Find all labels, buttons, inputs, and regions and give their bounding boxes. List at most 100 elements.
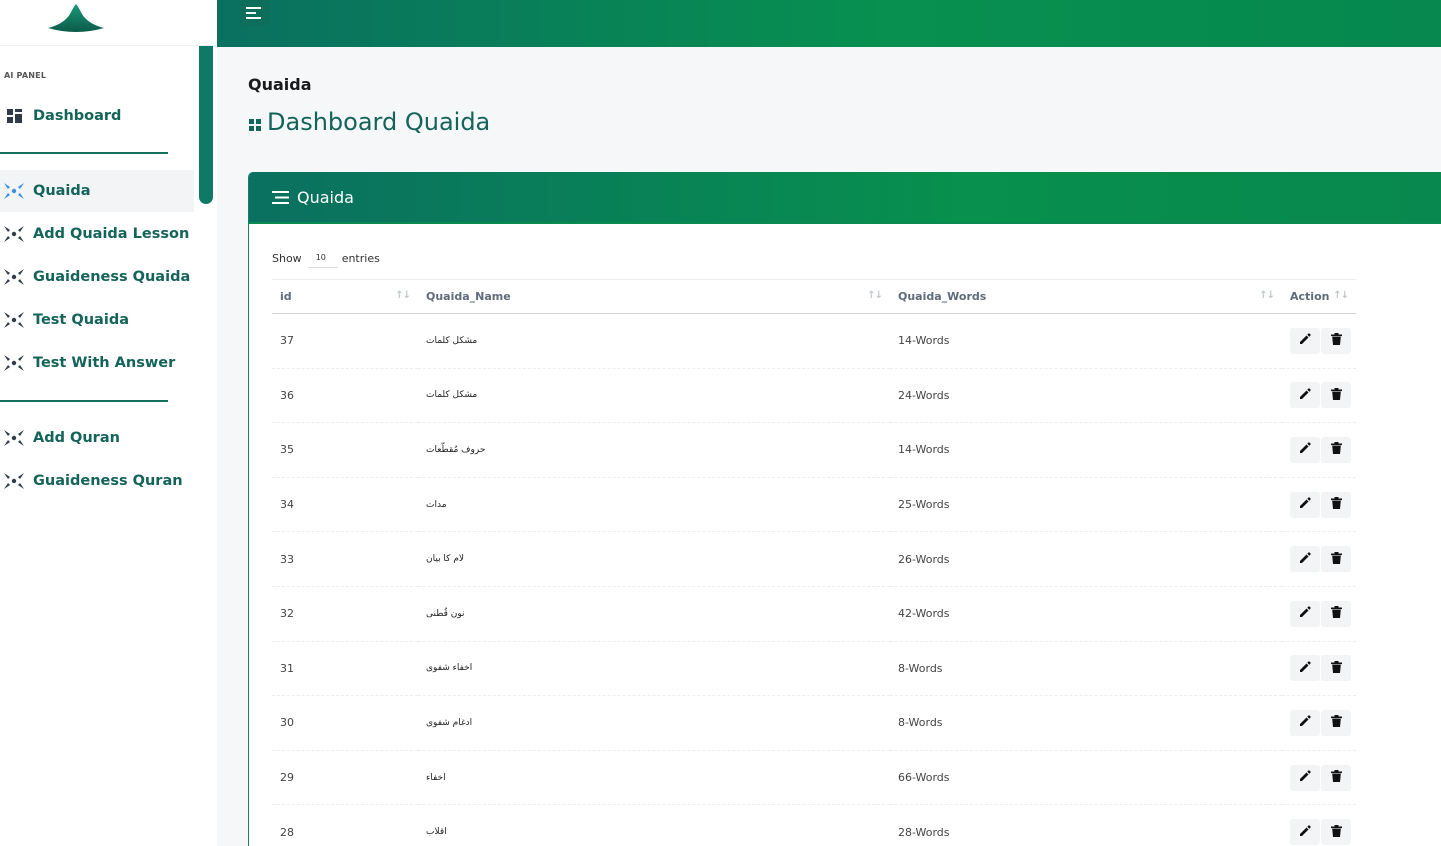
cell-action	[1282, 313, 1356, 369]
entries-control: Show 10 entries	[272, 248, 380, 268]
sort-icon: ↑↓	[867, 290, 883, 301]
trash-icon	[1330, 551, 1342, 567]
quaida-table: id ↑↓ Quaida_Name ↑↓ Quaida_Words ↑↓ Action…	[272, 279, 1356, 846]
cell-action	[1282, 641, 1356, 697]
cell-quaida-words: 24-Words	[890, 368, 1282, 424]
cell-action	[1282, 477, 1356, 533]
sidebar-item-dashboard[interactable]: Dashboard	[0, 96, 121, 136]
breadcrumb: Quaida	[248, 75, 312, 94]
sidebar: AI PANEL Dashboard Quaida Add Quaida Les…	[0, 0, 217, 846]
cell-quaida-words: 8-Words	[890, 695, 1282, 751]
table-row: 31 اخفاء شفوی 8-Words	[272, 641, 1356, 697]
cell-id: 28	[272, 804, 418, 846]
logo-icon[interactable]	[44, 2, 108, 34]
expand-icon	[3, 223, 25, 245]
cell-quaida-name: مدات	[418, 477, 890, 533]
trash-icon	[1330, 442, 1342, 457]
table-row: 37 مشکل کلمات 14-Words	[272, 313, 1356, 369]
cell-id: 37	[272, 313, 418, 369]
edit-button[interactable]	[1290, 655, 1320, 682]
page-title-text: Dashboard Quaida	[267, 108, 491, 136]
table-header-row: id ↑↓ Quaida_Name ↑↓ Quaida_Words ↑↓ Action…	[272, 279, 1356, 314]
edit-button[interactable]	[1290, 382, 1320, 409]
column-header-id[interactable]: id ↑↓	[272, 279, 418, 314]
cell-action	[1282, 531, 1356, 587]
grid-icon	[3, 105, 25, 127]
table-row: 35 حروف مُقطّعات 14-Words	[272, 422, 1356, 478]
edit-button[interactable]	[1290, 709, 1320, 736]
sidebar-divider	[0, 400, 168, 402]
delete-button[interactable]	[1321, 600, 1351, 627]
grid-icon	[249, 119, 261, 131]
pencil-icon	[1299, 551, 1311, 567]
expand-icon	[3, 266, 25, 288]
sidebar-item-label: Add Quran	[33, 430, 120, 446]
cell-id: 36	[272, 368, 418, 424]
pencil-icon	[1299, 388, 1311, 403]
show-label: Show	[272, 251, 302, 265]
list-icon	[272, 190, 289, 204]
cell-quaida-name: نون قُطنی	[418, 586, 890, 642]
edit-button[interactable]	[1290, 327, 1320, 354]
sidebar-item-guaideness-quran[interactable]: Guaideness Quran	[0, 461, 183, 501]
card-header: Quaida	[249, 172, 1441, 224]
column-header-quaida-words[interactable]: Quaida_Words ↑↓	[890, 279, 1282, 314]
menu-icon	[246, 6, 261, 19]
card-title: Quaida	[297, 187, 354, 207]
cell-quaida-name: اخفاء شفوی	[418, 641, 890, 697]
edit-button[interactable]	[1290, 819, 1320, 846]
column-header-quaida-name[interactable]: Quaida_Name ↑↓	[418, 279, 890, 314]
sidebar-divider	[0, 152, 168, 154]
edit-button[interactable]	[1290, 600, 1320, 627]
table-row: 36 مشکل کلمات 24-Words	[272, 368, 1356, 424]
cell-quaida-name: حروف مُقطّعات	[418, 422, 890, 478]
pencil-icon	[1299, 606, 1311, 621]
sidebar-item-add-quran[interactable]: Add Quran	[0, 418, 120, 458]
trash-icon	[1330, 333, 1342, 348]
sidebar-scrollbar[interactable]	[199, 46, 213, 204]
logo-area	[0, 0, 217, 46]
sidebar-item-label: Dashboard	[33, 108, 122, 124]
trash-icon	[1330, 770, 1342, 785]
column-header-action[interactable]: Action ↑↓	[1282, 279, 1356, 314]
expand-icon	[3, 470, 25, 492]
delete-button[interactable]	[1321, 436, 1351, 463]
sort-icon: ↑↓	[395, 290, 411, 301]
delete-button[interactable]	[1321, 491, 1351, 518]
sidebar-item-add-quaida-lesson[interactable]: Add Quaida Lesson	[0, 214, 189, 254]
expand-icon	[3, 309, 25, 331]
sidebar-item-guaideness-quaida[interactable]: Guaideness Quaida	[0, 257, 190, 297]
sidebar-item-test-quaida[interactable]: Test Quaida	[0, 300, 129, 340]
edit-button[interactable]	[1290, 491, 1320, 518]
cell-id: 34	[272, 477, 418, 533]
pencil-icon	[1299, 661, 1311, 676]
edit-button[interactable]	[1290, 436, 1320, 463]
cell-quaida-words: 26-Words	[890, 531, 1282, 587]
delete-button[interactable]	[1321, 709, 1351, 736]
cell-id: 33	[272, 531, 418, 587]
cell-action	[1282, 804, 1356, 846]
cell-action	[1282, 695, 1356, 751]
delete-button[interactable]	[1321, 819, 1351, 846]
sidebar-item-quaida[interactable]: Quaida	[0, 170, 194, 212]
delete-button[interactable]	[1321, 327, 1351, 354]
delete-button[interactable]	[1321, 546, 1351, 573]
pencil-icon	[1299, 715, 1311, 730]
cell-id: 29	[272, 750, 418, 806]
trash-icon	[1330, 387, 1342, 403]
delete-button[interactable]	[1321, 764, 1351, 791]
cell-action	[1282, 586, 1356, 642]
entries-select[interactable]: 10	[307, 248, 338, 268]
delete-button[interactable]	[1321, 655, 1351, 682]
edit-button[interactable]	[1290, 764, 1320, 791]
trash-icon	[1330, 715, 1342, 730]
edit-button[interactable]	[1290, 546, 1320, 573]
menu-toggle-button[interactable]	[239, 0, 269, 26]
cell-quaida-name: لام کا بیان	[418, 531, 890, 587]
table-row: 32 نون قُطنی 42-Words	[272, 586, 1356, 642]
sidebar-item-test-with-answer[interactable]: Test With Answer	[0, 343, 175, 383]
sidebar-item-label: Test With Answer	[33, 355, 176, 371]
delete-button[interactable]	[1321, 382, 1351, 409]
top-bar	[217, 0, 1441, 47]
sidebar-item-label: Quaida	[33, 183, 91, 199]
